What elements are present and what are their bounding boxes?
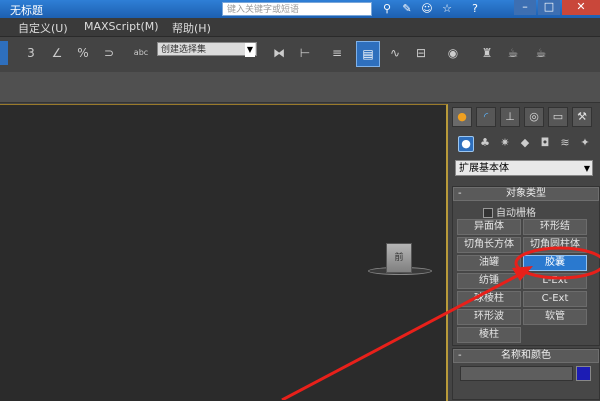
- helpers-icon[interactable]: ◘: [538, 136, 552, 150]
- command-panel: ● ◜ ⊥ ◎ ▭ ⚒ ● ♣ ✷ ◆ ◘ ≋ ✦ 扩展基本体 ▼ - 对象类型…: [450, 104, 600, 400]
- viewcube-label: 前: [394, 253, 404, 263]
- object-type-rollout: - 对象类型 自动栅格 异面体 环形结 切角长方体 切角圆柱体 油罐 胶囊 纺锤…: [452, 186, 600, 346]
- object-button-capsule[interactable]: 胶囊: [523, 255, 587, 271]
- object-color-swatch[interactable]: [576, 366, 591, 381]
- help-icon[interactable]: ?: [468, 2, 482, 16]
- object-button-gengon[interactable]: 球棱柱: [457, 291, 521, 307]
- object-button-spindle[interactable]: 纺锤: [457, 273, 521, 289]
- checkbox-icon[interactable]: [483, 208, 493, 218]
- selection-set-dropdown[interactable]: 创建选择集 ▼: [157, 42, 257, 57]
- object-type-title: 对象类型: [506, 188, 546, 199]
- systems-icon[interactable]: ✦: [578, 136, 592, 150]
- wrench-icon[interactable]: ✎: [400, 2, 414, 16]
- schematic-view-icon[interactable]: ⊟: [410, 41, 432, 65]
- viewport[interactable]: 前: [0, 104, 448, 401]
- layer-manager-icon[interactable]: ≡: [326, 41, 348, 65]
- category-value: 扩展基本体: [459, 163, 509, 174]
- create-tab[interactable]: ●: [452, 107, 472, 127]
- menu-bar: 自定义(U) MAXScript(M) 帮助(H): [0, 18, 600, 37]
- chevron-down-icon: ▼: [583, 164, 590, 173]
- object-button-chamfer-box[interactable]: 切角长方体: [457, 237, 521, 253]
- name-color-title: 名称和颜色: [501, 350, 551, 361]
- object-button-l-ext[interactable]: L-Ext: [523, 273, 587, 289]
- star-icon[interactable]: ☆: [440, 2, 454, 16]
- object-name-field[interactable]: [460, 366, 573, 381]
- render-setup-icon[interactable]: ♜: [476, 41, 498, 65]
- motion-tab[interactable]: ◎: [524, 107, 544, 127]
- object-button-hedra[interactable]: 异面体: [457, 219, 521, 235]
- object-button-oiltank[interactable]: 油罐: [457, 255, 521, 271]
- ribbon-strip: [0, 72, 600, 103]
- menu-maxscript[interactable]: MAXScript(M): [84, 20, 159, 33]
- lights-icon[interactable]: ✷: [498, 136, 512, 150]
- hierarchy-tab[interactable]: ⊥: [500, 107, 520, 127]
- object-button-torus-knot[interactable]: 环形结: [523, 219, 587, 235]
- mirror-icon[interactable]: ⧓: [268, 41, 290, 65]
- toolbar-left-edge: [0, 41, 8, 65]
- material-editor-icon[interactable]: ◉: [442, 41, 464, 65]
- maximize-button[interactable]: □: [538, 0, 560, 15]
- edit-named-selection-icon[interactable]: abc: [130, 41, 152, 65]
- object-button-chamfer-cyl[interactable]: 切角圆柱体: [523, 237, 587, 253]
- name-color-header[interactable]: - 名称和颜色: [453, 349, 599, 363]
- category-dropdown[interactable]: 扩展基本体 ▼: [455, 160, 593, 176]
- autogrid-label: 自动栅格: [496, 208, 536, 219]
- scene-explorer-icon[interactable]: ▤: [356, 41, 380, 67]
- utilities-tab[interactable]: ⚒: [572, 107, 592, 127]
- selection-set-value: 创建选择集: [161, 45, 207, 55]
- viewcube[interactable]: 前: [386, 243, 412, 273]
- minimize-button[interactable]: –: [514, 0, 536, 15]
- menu-customize[interactable]: 自定义(U): [18, 20, 68, 36]
- display-tab[interactable]: ▭: [548, 107, 568, 127]
- spacewarps-icon[interactable]: ≋: [558, 136, 572, 150]
- shapes-icon[interactable]: ♣: [478, 136, 492, 150]
- close-button[interactable]: ✕: [562, 0, 600, 15]
- name-color-rollout: - 名称和颜色: [452, 348, 600, 400]
- snap-toggle-icon[interactable]: 3: [20, 41, 42, 65]
- binoculars-icon[interactable]: ⚲: [380, 2, 394, 16]
- title-bar: 无标题 键入关键字或短语 ⚲ ✎ ☺ ☆ ? – □ ✕: [0, 0, 600, 18]
- menu-help[interactable]: 帮助(H): [172, 20, 211, 36]
- modify-tab[interactable]: ◜: [476, 107, 496, 127]
- rendered-frame-icon[interactable]: ☕: [502, 41, 524, 65]
- curve-editor-icon[interactable]: ∿: [384, 41, 406, 65]
- align-icon[interactable]: ⊢: [294, 41, 316, 65]
- autogrid-checkbox[interactable]: 自动栅格: [483, 204, 536, 219]
- chevron-down-icon: ▼: [245, 43, 255, 57]
- collapse-icon[interactable]: -: [458, 188, 462, 200]
- object-button-c-ext[interactable]: C-Ext: [523, 291, 587, 307]
- search-input[interactable]: 键入关键字或短语: [222, 2, 372, 16]
- main-toolbar: 3 ∠ % ⊃ abc 创建选择集 ▼ ⧓ ⊢ ≡ ▤ ∿ ⊟ ◉ ♜ ☕ ☕: [0, 37, 600, 71]
- render-icon[interactable]: ☕: [530, 41, 552, 65]
- percent-snap-icon[interactable]: %: [72, 41, 94, 65]
- window-title: 无标题: [10, 4, 43, 17]
- object-type-header[interactable]: - 对象类型: [453, 187, 599, 201]
- object-button-prism[interactable]: 棱柱: [457, 327, 521, 343]
- spinner-snap-icon[interactable]: ⊃: [98, 41, 120, 65]
- people-icon[interactable]: ☺: [420, 2, 434, 16]
- geometry-icon[interactable]: ●: [458, 136, 474, 152]
- object-button-ringwave[interactable]: 环形波: [457, 309, 521, 325]
- object-button-hose[interactable]: 软管: [523, 309, 587, 325]
- collapse-icon[interactable]: -: [458, 350, 462, 362]
- angle-snap-icon[interactable]: ∠: [46, 41, 68, 65]
- cameras-icon[interactable]: ◆: [518, 136, 532, 150]
